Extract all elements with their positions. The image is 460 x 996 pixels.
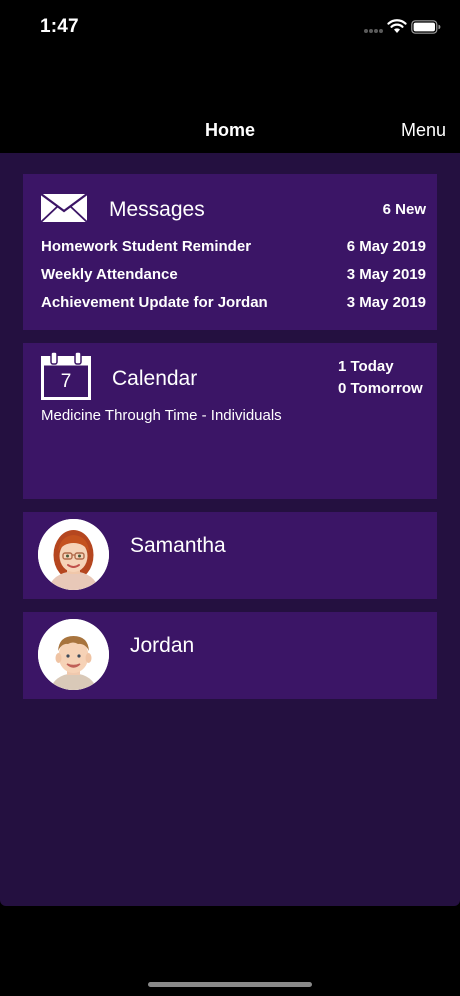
child-card-samantha[interactable]: Samantha	[23, 512, 437, 599]
calendar-tomorrow-count: 0 Tomorrow	[338, 380, 423, 397]
avatar	[38, 619, 109, 690]
navigation-bar: Home Menu	[0, 100, 460, 154]
child-card-jordan[interactable]: Jordan	[23, 612, 437, 699]
calendar-title: Calendar	[112, 367, 198, 390]
message-date: 3 May 2019	[346, 294, 426, 311]
status-time: 1:47	[40, 16, 79, 37]
message-subject: Weekly Attendance	[41, 266, 178, 283]
calendar-today-count: 1 Today	[338, 358, 394, 375]
messages-new-count: 6 New	[382, 201, 426, 218]
calendar-card[interactable]: 7 Calendar 1 Today 0 Tomorrow Medicine T…	[23, 343, 437, 499]
message-subject: Achievement Update for Jordan	[41, 294, 268, 311]
child-photo	[38, 619, 109, 690]
dashboard-content: Messages 6 New Homework Student Reminder…	[0, 153, 460, 906]
child-name: Samantha	[130, 534, 226, 557]
message-date: 6 May 2019	[346, 238, 426, 255]
menu-button[interactable]: Menu	[401, 120, 446, 141]
battery-icon	[411, 20, 441, 34]
page-title: Home	[204, 120, 255, 140]
child-photo	[38, 519, 109, 590]
envelope-icon	[41, 194, 87, 222]
messages-title: Messages	[109, 198, 205, 221]
message-subject: Homework Student Reminder	[41, 238, 252, 255]
messages-card[interactable]: Messages 6 New Homework Student Reminder…	[23, 174, 437, 330]
message-date: 3 May 2019	[346, 266, 426, 283]
message-item[interactable]: Weekly Attendance 3 May 2019	[41, 266, 426, 286]
calendar-event[interactable]: Medicine Through Time - Individuals	[41, 407, 282, 424]
cellular-signal-icon	[364, 29, 384, 35]
home-indicator[interactable]	[148, 982, 312, 987]
message-item[interactable]: Achievement Update for Jordan 3 May 2019	[41, 294, 426, 314]
status-bar: 1:47	[0, 0, 460, 56]
wifi-icon	[387, 19, 407, 33]
calendar-icon-day: 7	[60, 371, 72, 392]
avatar	[38, 519, 109, 590]
message-item[interactable]: Homework Student Reminder 6 May 2019	[41, 238, 426, 258]
child-name: Jordan	[130, 634, 195, 657]
